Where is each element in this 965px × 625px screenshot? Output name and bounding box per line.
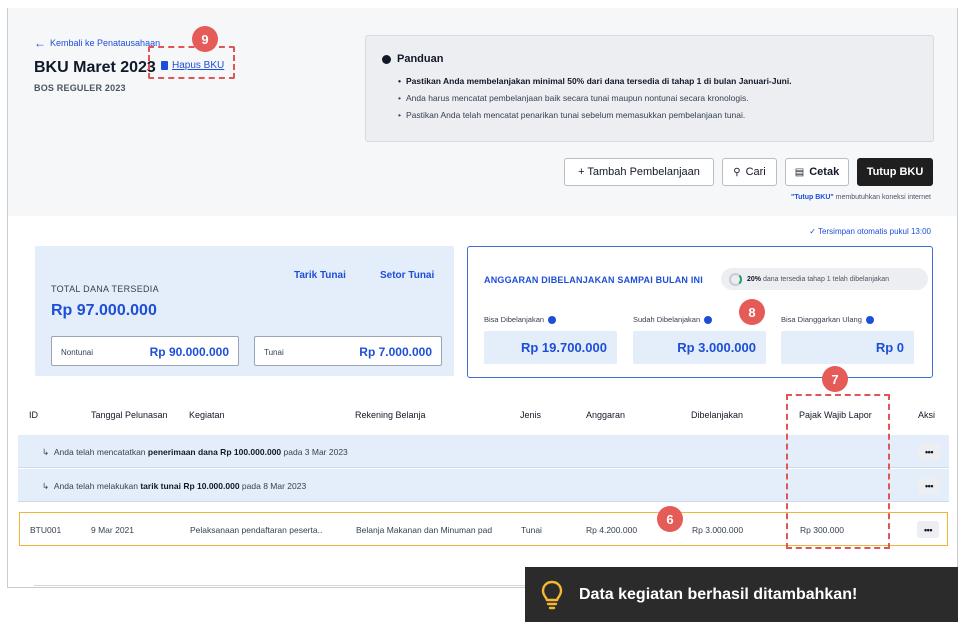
info-row-text: ↳ Anda telah melakukan tarik tunai Rp 10… [42, 481, 306, 492]
rebudget-label: Bisa Dianggarkan Ulang [781, 315, 874, 324]
can-spend-value: Rp 19.700.000 [484, 331, 617, 364]
can-spend-label: Bisa Dibelanjakan [484, 315, 557, 324]
info-icon[interactable] [704, 315, 713, 324]
info-suffix: pada 8 Mar 2023 [239, 481, 307, 491]
progress-percent: 20% [747, 275, 762, 283]
budget-progress: 20% dana tersedia tahap 1 telah dibelanj… [721, 268, 928, 290]
spent-value: Rp 3.000.000 [633, 331, 766, 364]
add-expense-button[interactable]: + Tambah Pembelanjaan [564, 158, 714, 186]
cell-activity: Pelaksanaan pendaftaran peserta.. [190, 525, 323, 535]
search-button-label: Cari [745, 166, 766, 178]
page-title: BKU Maret 2023 [34, 59, 156, 76]
close-bku-button[interactable]: Tutup BKU [857, 158, 933, 186]
info-icon[interactable] [548, 315, 557, 324]
return-arrow-icon: ↳ [42, 481, 54, 491]
annotation-highlight-delete [148, 46, 235, 79]
more-actions-button[interactable]: ••• [917, 521, 939, 538]
annotation-badge: 8 [739, 299, 765, 325]
cell-budget: Rp 4.200.000 [586, 525, 638, 535]
more-actions-button[interactable]: ••• [918, 443, 940, 460]
column-header-spent: Dibelanjakan [691, 410, 744, 420]
cell-account: Belanja Makanan dan Minuman pad [356, 525, 493, 535]
info-icon [382, 54, 391, 64]
annotation-highlight-tax [786, 394, 890, 549]
note-bold: "Tutup BKU" [791, 194, 834, 201]
cell-date: 9 Mar 2021 [91, 525, 134, 535]
info-icon[interactable] [865, 315, 874, 324]
budget-card: ANGGARAN DIBELANJAKAN SAMPAI BULAN INI 2… [467, 246, 933, 378]
search-button[interactable]: ⚲ Cari [722, 158, 777, 186]
back-link-label: Kembali ke Penatausahaan [50, 38, 161, 48]
spent-text: Sudah Dibelanjakan [633, 315, 701, 324]
rebudget-value: Rp 0 [781, 331, 914, 364]
funds-card: TOTAL DANA TERSEDIA Rp 97.000.000 Tarik … [35, 246, 454, 376]
annotation-badge: 6 [657, 506, 683, 532]
guide-title-text: Panduan [397, 53, 444, 65]
toast-message: Data kegiatan berhasil ditambahkan! [579, 585, 858, 603]
info-suffix: pada 3 Mar 2023 [281, 447, 348, 457]
info-row-text: ↳ Anda telah mencatatkan penerimaan dana… [42, 447, 348, 458]
print-button-label: Cetak [809, 166, 840, 178]
lightbulb-icon [541, 580, 563, 609]
guide-title: Panduan [382, 53, 443, 65]
page-frame: ← Kembali ke Penatausahaan BKU Maret 202… [7, 8, 958, 588]
cash-box: Tunai Rp 7.000.000 [254, 336, 442, 366]
page-subtitle: BOS REGULER 2023 [34, 83, 126, 93]
guide-panel: Panduan Pastikan Anda membelanjakan mini… [365, 35, 934, 142]
guide-item: Pastikan Anda membelanjakan minimal 50% … [398, 76, 792, 86]
can-spend-text: Bisa Dibelanjakan [484, 315, 545, 324]
deposit-cash-link[interactable]: Setor Tunai [380, 270, 434, 281]
rebudget-text: Bisa Dianggarkan Ulang [781, 315, 862, 324]
info-prefix: Anda telah melakukan [53, 481, 141, 491]
cell-spent: Rp 3.000.000 [692, 525, 744, 535]
column-header-date: Tanggal Pelunasan [91, 410, 168, 420]
cash-label: Tunai [264, 348, 284, 357]
cell-type: Tunai [521, 525, 542, 535]
arrow-left-icon: ← [34, 35, 46, 50]
success-toast: Data kegiatan berhasil ditambahkan! [525, 567, 958, 622]
budget-title: ANGGARAN DIBELANJAKAN SAMPAI BULAN INI [484, 275, 703, 285]
progress-text: 20% dana tersedia tahap 1 telah dibelanj… [747, 276, 889, 283]
cell-id: BTU001 [30, 525, 62, 535]
guide-item: Pastikan Anda telah mencatat penarikan t… [398, 110, 792, 120]
column-header-activity: Kegiatan [189, 410, 225, 420]
noncash-box: Nontunai Rp 90.000.000 [51, 336, 239, 366]
info-bold: tarik tunai Rp 10.000.000 [140, 481, 240, 491]
more-actions-button[interactable]: ••• [918, 477, 940, 494]
withdraw-cash-link[interactable]: Tarik Tunai [294, 270, 346, 281]
annotation-badge: 7 [822, 366, 848, 392]
search-icon: ⚲ [733, 166, 741, 178]
spent-label: Sudah Dibelanjakan [633, 315, 713, 324]
noncash-value: Rp 90.000.000 [149, 345, 229, 359]
column-header-type: Jenis [520, 410, 542, 420]
progress-desc: dana tersedia tahap 1 telah dibelanjakan [761, 275, 890, 283]
column-header-account: Rekening Belanja [355, 410, 426, 420]
guide-item: Anda harus mencatat pembelanjaan baik se… [398, 93, 792, 103]
progress-ring-icon [729, 272, 742, 286]
return-arrow-icon: ↳ [42, 447, 54, 457]
annotation-badge: 9 [192, 26, 218, 52]
close-bku-note: "Tutup BKU" membutuhkan koneksi internet [791, 194, 931, 201]
column-header-id: ID [29, 410, 38, 420]
note-rest: membutuhkan koneksi internet [833, 194, 931, 201]
guide-list: Pastikan Anda membelanjakan minimal 50% … [398, 76, 792, 127]
funds-label: TOTAL DANA TERSEDIA [51, 284, 159, 294]
cash-value: Rp 7.000.000 [359, 345, 432, 359]
column-header-actions: Aksi [918, 410, 936, 420]
printer-icon: ▤ [794, 166, 805, 178]
info-bold: penerimaan dana Rp 100.000.000 [147, 447, 282, 457]
back-link[interactable]: ← Kembali ke Penatausahaan [34, 35, 161, 50]
print-button[interactable]: ▤ Cetak [785, 158, 849, 186]
info-prefix: Anda telah mencatatkan [53, 447, 148, 457]
autosave-status: ✓ Tersimpan otomatis pukul 13:00 [809, 227, 931, 236]
noncash-label: Nontunai [61, 348, 94, 357]
funds-total: Rp 97.000.000 [51, 302, 157, 319]
column-header-budget: Anggaran [586, 410, 626, 420]
